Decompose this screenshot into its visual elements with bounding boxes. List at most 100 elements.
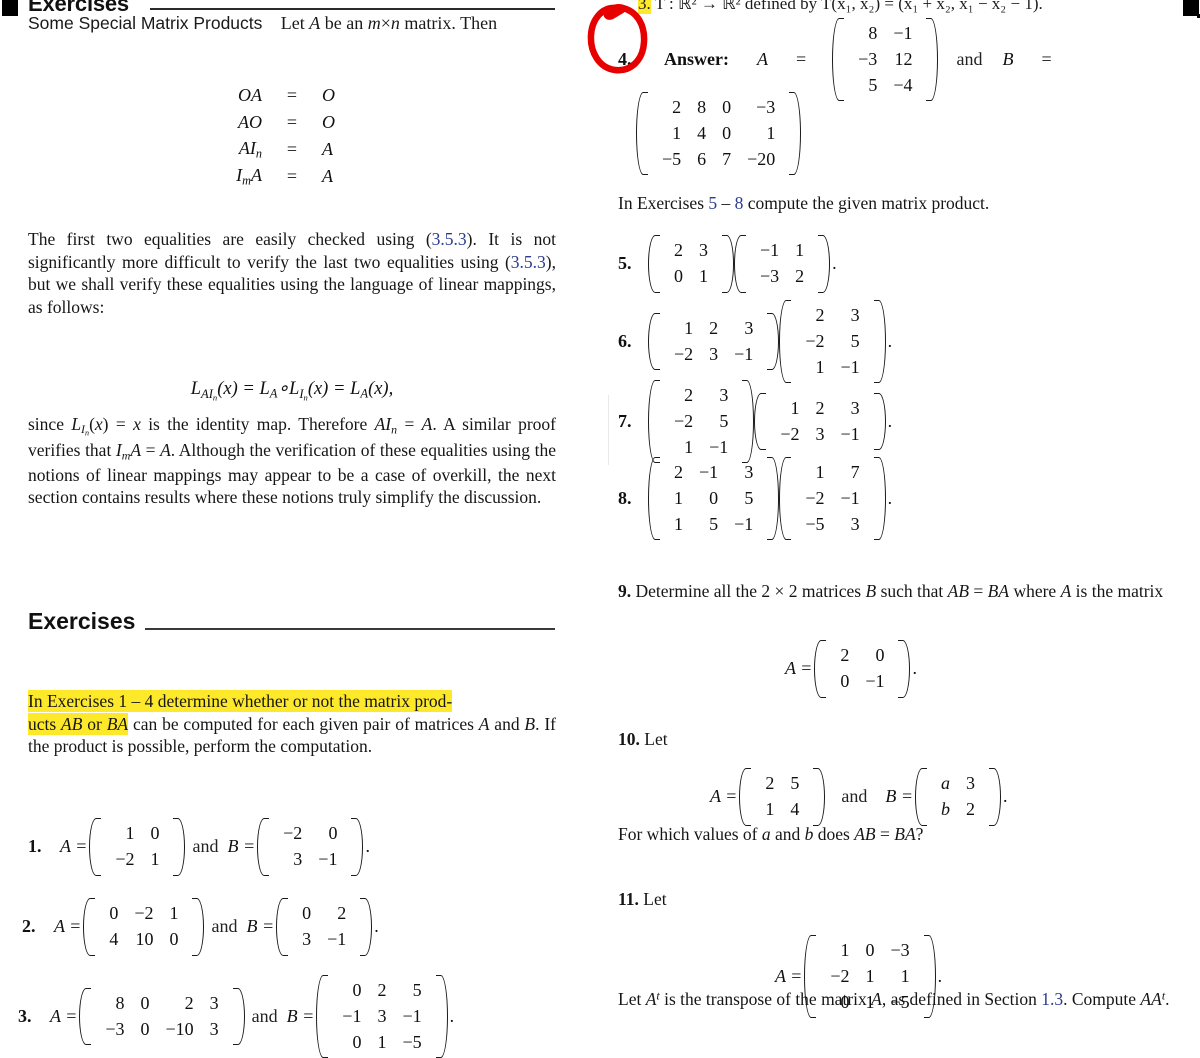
cross-reference-link[interactable]: 1.3 (1041, 989, 1063, 1009)
period: . (887, 411, 893, 432)
paren-right (742, 380, 755, 464)
paren-left (89, 818, 102, 876)
matrix-b: −2 0 3 −1 (257, 818, 364, 876)
matrix-a: 8023 −3 0 −10 3 (79, 987, 245, 1046)
pdf-page: Exercises Some Special Matrix Products L… (0, 0, 1200, 1058)
paren-left (779, 300, 792, 384)
identity-equals: = (286, 112, 298, 132)
matrix-b-label: B = (246, 916, 275, 937)
matrix-b: a3 b2 (914, 768, 1001, 826)
matrix-first: 23 −2 5 1 −1 (648, 380, 755, 464)
matrix-a: 10 −2 1 (89, 818, 186, 876)
paragraph-first-equalities: The first two equalities are easily chec… (28, 229, 556, 317)
exercise-item-10-lead: 10. Let (618, 728, 1188, 751)
identity-lhs: AIn (238, 137, 262, 161)
exercise-number: 5. (618, 253, 632, 274)
paren-left (79, 987, 92, 1046)
exercise-number: 2. (22, 916, 36, 937)
matrix-grid: 123 −2 3 −1 (674, 317, 754, 364)
matrix-b: 2 8 0 −3 1401 −5 6 7 −20 (636, 92, 802, 176)
matrix-b-label: B = (885, 786, 913, 807)
exercise-item-6: 6. 123 −2 3 −1 23 −2 5 1 −1 . (618, 300, 893, 384)
exercise-item-1: 1. A = 10 −2 1 and B = −2 0 3 −1 . (28, 818, 370, 876)
identity-equals: = (286, 85, 298, 105)
matrix-a: 20 0 −1 (814, 640, 911, 698)
matrix-a-label: A = (54, 916, 82, 937)
matrix-grid: −2 0 3 −1 (283, 823, 338, 869)
matrix-a: 8 −1 −3 12 5 −4 (832, 18, 939, 102)
paren-right (722, 235, 734, 293)
matrix-grid: 10 −2 1 (115, 823, 160, 869)
exercise-item-3: 3. A = 8023 −3 0 −10 3 and B = 025 −1 3 −1 01… (18, 975, 454, 1058)
identity-rhs: O (322, 112, 335, 132)
matrix-a-label: A = (785, 658, 813, 679)
paren-right (818, 235, 831, 293)
identity-rhs: O (322, 85, 335, 105)
cross-reference-link[interactable]: 3.5.3 (511, 252, 546, 272)
matrix-grid: 123 −2 3 −1 (780, 397, 860, 444)
cut-off-heading-rule (150, 8, 555, 10)
paren-right (873, 392, 886, 451)
paren-left (914, 768, 927, 826)
matrix-identities-block: OA = O AO = O AIn = A ImA = A (28, 82, 556, 190)
matrix-grid: 23 −2 5 1 −1 (805, 305, 860, 377)
paren-right (873, 457, 886, 541)
cross-reference-link[interactable]: 5 (708, 193, 717, 213)
paren-left (316, 975, 329, 1058)
equals-sign-2: = (1041, 49, 1052, 70)
paren-left (83, 898, 96, 956)
paren-left (754, 392, 767, 451)
paren-right (767, 312, 780, 371)
period: . (887, 331, 893, 352)
matrix-grid: 8 −1 −3 12 5 −4 (858, 23, 913, 95)
period: . (912, 658, 917, 679)
display-equation-linear-map: LAIn(x) = LA∘LIn(x) = LA(x), (190, 379, 394, 402)
exercises-heading: Exercises (28, 608, 135, 635)
cut-off-line-text: T : ℝ² → ℝ² defined by T(x₁, x₂) = (x₁ +… (654, 0, 1043, 13)
conjunction-and: and (841, 786, 868, 807)
identity-row: AIn = A (28, 136, 556, 163)
matrix-grid: a3 b2 (940, 773, 975, 819)
matrix-a-label: A = (60, 836, 88, 857)
paren-right (232, 987, 245, 1046)
matrix-grid: 8023 −3 0 −10 3 (105, 992, 219, 1039)
conjunction-and: and (211, 916, 238, 937)
subheading-bold-label: Some Special Matrix Products (28, 13, 263, 33)
cross-reference-link[interactable]: 3.5.3 (432, 229, 467, 249)
paren-right (767, 457, 780, 541)
paren-left (814, 640, 827, 698)
identity-lhs: ImA (236, 164, 262, 188)
matrix-b-label: B = (227, 836, 256, 857)
paren-right (898, 640, 911, 698)
matrix-second: 17 −2 −1 −5 3 (779, 457, 886, 541)
matrix-first: 123 −2 3 −1 (648, 312, 780, 371)
period: . (1002, 786, 1008, 807)
conjunction-and: and (251, 1006, 278, 1027)
matrix-a-label: A = (775, 966, 803, 987)
exercise-item-5: 5. 23 01 −1 1 −3 2 . (618, 235, 837, 293)
matrix-second: 123 −2 3 −1 (754, 392, 886, 451)
exercise-item-4-answer: 4. Answer: A = 8 −1 −3 12 5 −4 and B = (618, 18, 1052, 102)
matrix-grid: 20 0 −1 (840, 645, 885, 691)
exercise-number: 1. (28, 836, 42, 857)
exercise-item-7: 7. 23 −2 5 1 −1 123 −2 3 −1 . (618, 380, 893, 464)
matrix-second: −1 1 −3 2 (734, 235, 831, 293)
period: . (365, 836, 370, 857)
exercise-10-question: For which values of a and b does AB = BA… (618, 824, 924, 844)
exercise-number: 6. (618, 331, 632, 352)
right-column: 3. T : ℝ² → ℝ² defined by T(x₁, x₂) = (x… (608, 0, 1200, 1053)
matrix-first: 2 −1 3 105 1 5 −1 (648, 457, 780, 541)
period: . (374, 916, 379, 937)
paren-right (988, 768, 1001, 826)
exercise-item-8: 8. 2 −1 3 105 1 5 −1 17 −2 −1 −5 3 . (618, 457, 892, 541)
matrix-a: 25 14 (739, 768, 826, 826)
paren-right (192, 898, 205, 956)
identity-row: AO = O (28, 109, 556, 136)
paren-right (873, 300, 886, 384)
paren-left (779, 457, 792, 541)
cross-reference-link[interactable]: 8 (735, 193, 744, 213)
period: . (832, 253, 837, 274)
paren-right (926, 18, 939, 102)
yellow-highlight-span: In Exercises 1 – 4 determine whether or … (28, 690, 453, 735)
cut-off-transformation-line: 3. T : ℝ² → ℝ² defined by T(x₁, x₂) = (x… (638, 0, 1198, 14)
